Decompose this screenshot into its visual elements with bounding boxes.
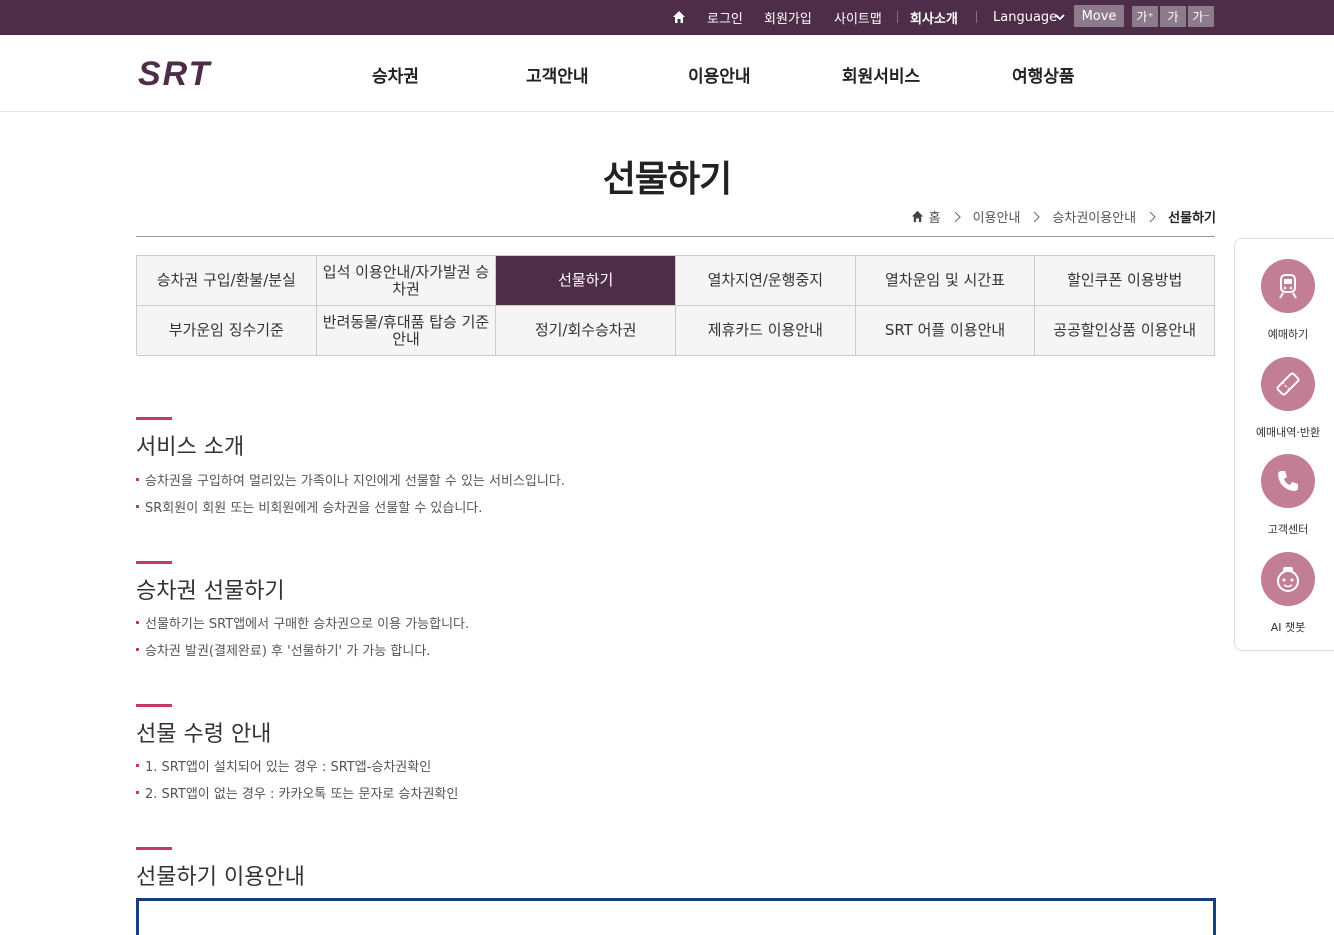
gnb-member[interactable]: 회원서비스 <box>842 62 920 87</box>
list-item: 승차권 발권(결제완료) 후 '선물하기' 가 가능 합니다. <box>136 640 430 659</box>
chevron-right-icon <box>1149 211 1157 222</box>
guide-box <box>136 898 1216 935</box>
login-link[interactable]: 로그인 <box>707 8 743 27</box>
phone-icon <box>1261 454 1315 508</box>
gnb-travel[interactable]: 여행상품 <box>1012 62 1075 87</box>
list-item: 1. SRT앱이 설치되어 있는 경우 : SRT앱-승차권확인 <box>136 756 431 775</box>
quick-label: 고객센터 <box>1267 523 1309 536</box>
train-icon <box>1261 259 1315 313</box>
header: SRT 승차권 고객안내 이용안내 회원서비스 여행상품 <box>0 35 1334 112</box>
gnb-guide[interactable]: 이용안내 <box>688 62 751 87</box>
tab-card[interactable]: 제휴카드 이용안내 <box>676 306 856 356</box>
font-size-down-button[interactable]: 가⁻ <box>1188 6 1214 27</box>
tab-ticket-purchase[interactable]: 승차권 구입/환불/분실 <box>137 256 317 306</box>
breadcrumb-guide[interactable]: 이용안내 <box>973 207 1021 226</box>
move-button[interactable]: Move <box>1074 5 1124 27</box>
font-size-normal-button[interactable]: 가 <box>1160 6 1186 27</box>
quick-label: 예매내역·반환 <box>1255 426 1321 439</box>
section-title: 선물 수령 안내 <box>136 722 272 747</box>
divider <box>897 11 898 23</box>
tab-fare[interactable]: 열차운임 및 시간표 <box>855 256 1036 306</box>
sub-tabs: 승차권 구입/환불/분실 입석 이용안내/자가발권 승차권 선물하기 열차지연/… <box>136 255 1215 356</box>
home-icon[interactable] <box>911 210 924 223</box>
svg-text:SRT: SRT <box>138 55 213 89</box>
list-item: 2. SRT앱이 없는 경우 : 카카오톡 또는 문자로 승차권확인 <box>136 783 458 802</box>
quick-label: AI 챗봇 <box>1270 621 1306 634</box>
breadcrumb-home[interactable]: 홈 <box>929 207 941 226</box>
breadcrumb-current: 선물하기 <box>1168 211 1216 226</box>
ticket-icon <box>1261 357 1315 411</box>
font-size-up-button[interactable]: 가⁺ <box>1132 6 1158 27</box>
quick-reserve[interactable]: 예매하기 <box>1235 259 1334 342</box>
tab-pet[interactable]: 반려동물/휴대품 탑승 기준 안내 <box>316 306 497 356</box>
quick-chatbot[interactable]: AI 챗봇 <box>1235 552 1334 635</box>
chevron-right-icon <box>954 211 961 222</box>
breadcrumb-ticket-guide[interactable]: 승차권이용안내 <box>1052 207 1136 226</box>
page-title: 선물하기 <box>602 159 732 200</box>
sitemap-link[interactable]: 사이트맵 <box>834 8 882 27</box>
section-title: 승차권 선물하기 <box>136 579 285 604</box>
section-title: 선물하기 이용안내 <box>136 865 305 890</box>
section-accent <box>136 417 172 420</box>
language-select[interactable]: Language <box>993 10 1057 25</box>
quick-menu: 예매하기 예매내역·반환 고객센터 AI 챗봇 <box>1234 238 1334 651</box>
section-title: 서비스 소개 <box>136 435 245 460</box>
tab-gift[interactable]: 선물하기 <box>496 256 676 306</box>
chevron-right-icon <box>1033 211 1041 222</box>
gnb-customer[interactable]: 고객안내 <box>526 62 589 87</box>
list-item: SR회원이 회원 또는 비회원에게 승차권을 선물할 수 있습니다. <box>136 497 482 516</box>
section-accent <box>136 847 172 850</box>
section-accent <box>136 561 172 564</box>
join-link[interactable]: 회원가입 <box>764 8 812 27</box>
tab-extra-fare[interactable]: 부가운임 징수기준 <box>137 306 317 356</box>
list-item: 선물하기는 SRT앱에서 구매한 승차권으로 이용 가능합니다. <box>136 613 469 632</box>
divider <box>136 236 1215 237</box>
breadcrumb: 홈 이용안내 승차권이용안내 선물하기 <box>911 207 1216 226</box>
tab-public-discount[interactable]: 공공할인상품 이용안내 <box>1035 306 1215 356</box>
quick-label: 예매하기 <box>1267 328 1309 341</box>
chatbot-icon <box>1261 552 1315 606</box>
company-link[interactable]: 회사소개 <box>910 8 958 27</box>
gnb-ticket[interactable]: 승차권 <box>372 62 419 87</box>
list-item: 승차권을 구입하여 멀리있는 가족이나 지인에게 선물할 수 있는 서비스입니다… <box>136 470 565 489</box>
tab-delay[interactable]: 열차지연/운행중지 <box>676 256 856 306</box>
quick-history[interactable]: 예매내역·반환 <box>1235 357 1334 440</box>
tab-standing-ticket[interactable]: 입석 이용안내/자가발권 승차권 <box>316 256 497 306</box>
section-accent <box>136 704 172 707</box>
quick-customer-center[interactable]: 고객센터 <box>1235 454 1334 537</box>
utility-bar: 로그인 회원가입 사이트맵 회사소개 Language Move 가⁺ 가 가⁻ <box>0 0 1334 35</box>
srt-logo[interactable]: SRT <box>136 55 242 89</box>
home-icon[interactable] <box>672 10 686 24</box>
tab-app[interactable]: SRT 어플 이용안내 <box>855 306 1036 356</box>
tab-season-ticket[interactable]: 정기/회수승차권 <box>496 306 676 356</box>
chevron-down-icon[interactable] <box>1054 11 1066 23</box>
divider <box>976 11 977 23</box>
tab-coupon[interactable]: 할인쿠폰 이용방법 <box>1035 256 1215 306</box>
